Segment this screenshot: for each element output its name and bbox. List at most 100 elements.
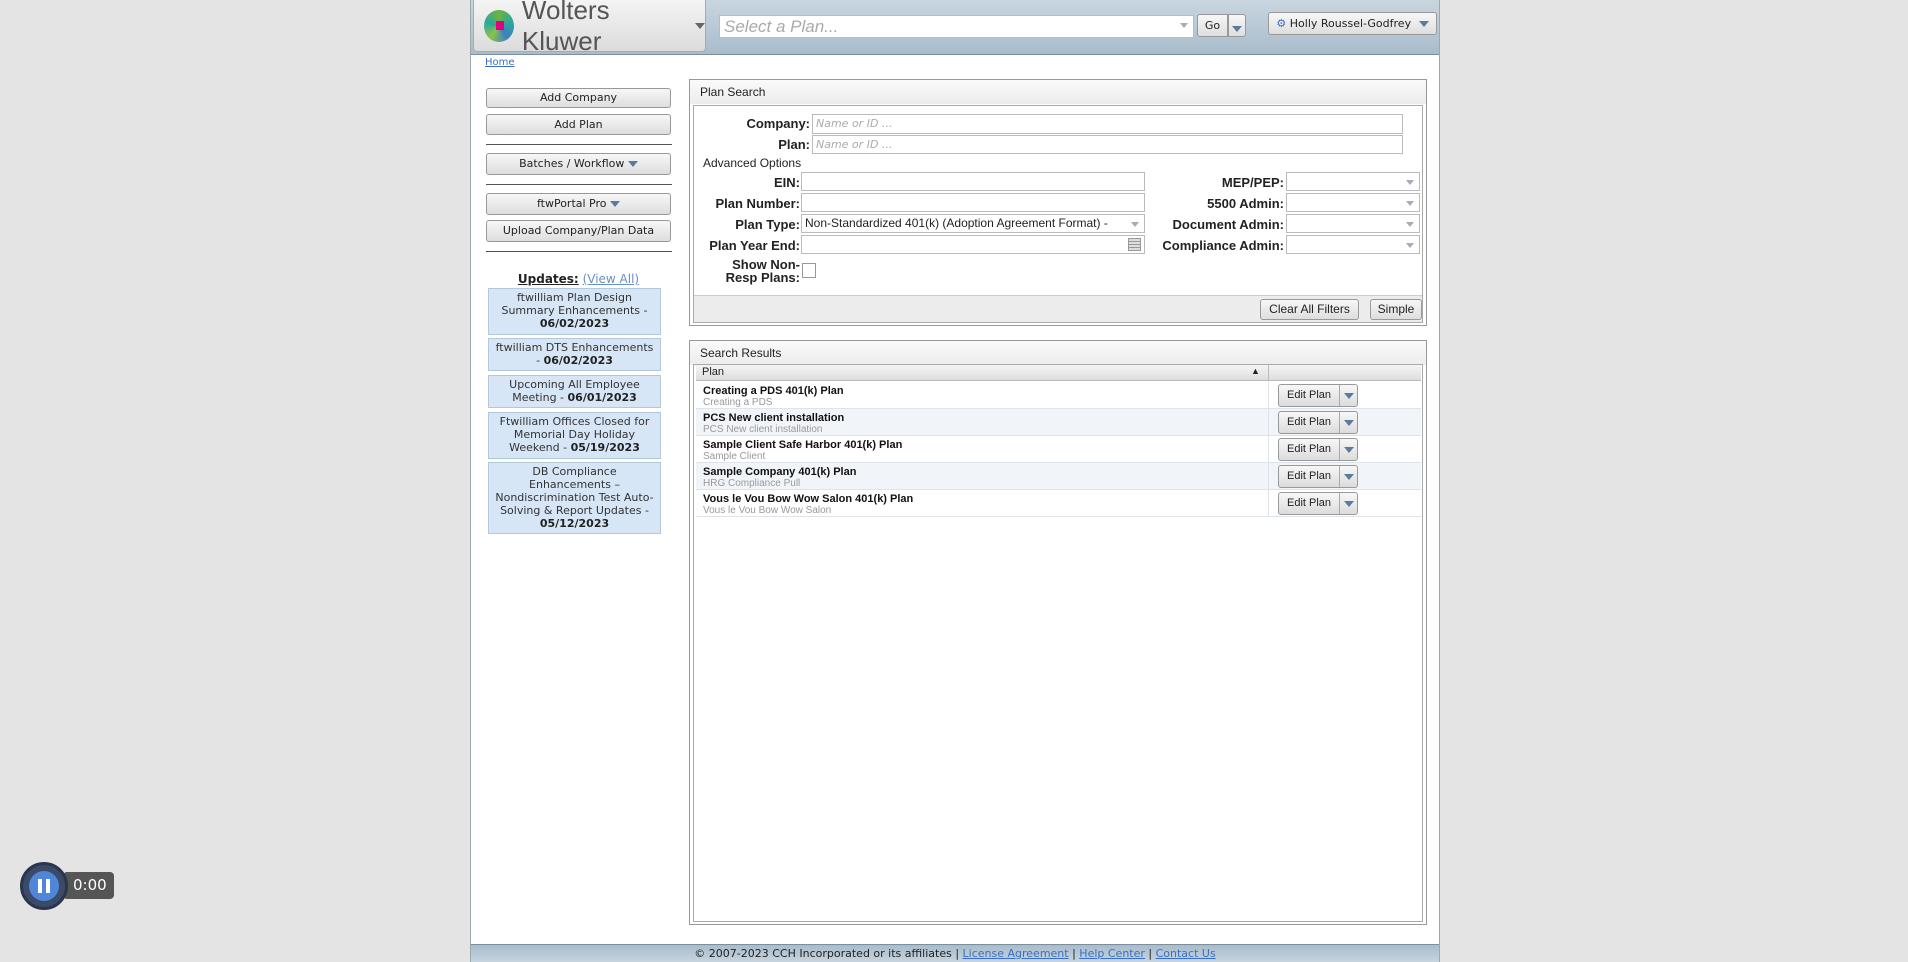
edit-plan-button[interactable]: Edit Plan [1278,465,1358,488]
batches-workflow-button[interactable]: Batches / Workflow [486,153,671,175]
update-item[interactable]: ftwilliam DTS Enhancements - 06/02/2023 [488,338,661,371]
compliance-admin-label: Compliance Admin: [1162,238,1284,253]
upload-data-button[interactable]: Upload Company/Plan Data [486,220,671,242]
plan-select[interactable]: Select a Plan... [719,15,1194,38]
pause-icon [29,871,59,901]
placeholder: Name or ID ... [816,117,893,130]
column-divider [1268,382,1269,409]
results-grid: Plan ▲ Creating a PDS 401(k) Plan Creatin… [693,364,1423,922]
plan-label: Plan: [778,137,810,152]
column-header-plan[interactable]: Plan [702,366,724,378]
button-label: Batches / Workflow [519,157,625,170]
show-non-resp-checkbox[interactable] [802,263,816,278]
company-name: PCS New client installation [703,424,823,435]
plan-input[interactable]: Name or ID ... [812,135,1403,154]
simple-button[interactable]: Simple [1370,299,1422,320]
plan-type-value: Non-Standardized 401(k) (Adoption Agreem… [805,216,1108,230]
table-row[interactable]: Sample Company 401(k) Plan HRG Compliance… [696,463,1421,490]
company-name: Vous le Vou Bow Wow Salon [703,505,832,516]
plan-title[interactable]: Sample Company 401(k) Plan [703,466,856,478]
user-menu-button[interactable]: ⚙ Holly Roussel-Godfrey [1268,12,1437,35]
chevron-down-icon[interactable] [1339,466,1357,487]
chevron-down-icon[interactable] [1339,493,1357,514]
edit-plan-label: Edit Plan [1286,443,1332,455]
ein-input[interactable] [801,172,1145,191]
license-agreement-link[interactable]: License Agreement [963,947,1069,960]
add-plan-button[interactable]: Add Plan [486,114,671,135]
mep-pep-label: MEP/PEP: [1221,175,1284,190]
update-date: 05/19/2023 [570,441,640,454]
plan-number-input[interactable] [801,193,1145,212]
divider [486,251,672,252]
advanced-options-label: Advanced Options [703,156,802,170]
plan-year-end-input[interactable] [801,235,1145,254]
user-name: Holly Roussel-Godfrey [1289,17,1412,30]
sort-ascending-icon[interactable]: ▲ [1251,366,1260,376]
placeholder: Name or ID ... [816,138,893,151]
update-item[interactable]: Upcoming All Employee Meeting - 06/01/20… [488,375,661,408]
document-admin-select[interactable] [1286,214,1420,233]
update-item[interactable]: DB Compliance Enhancements – Nondiscrimi… [488,462,661,534]
plan-title[interactable]: Vous le Vou Bow Wow Salon 401(k) Plan [703,493,913,505]
table-row[interactable]: PCS New client installation PCS New clien… [696,409,1421,436]
clear-all-filters-button[interactable]: Clear All Filters [1260,299,1359,320]
page: Wolters Kluwer Select a Plan... Go ⚙ Hol… [470,0,1440,962]
edit-plan-label: Edit Plan [1286,497,1332,509]
chevron-down-icon [627,161,638,167]
divider [486,144,672,145]
chevron-down-icon[interactable] [1339,385,1357,406]
mep-pep-select[interactable] [1286,172,1420,191]
update-item[interactable]: Ftwilliam Offices Closed for Memorial Da… [488,412,661,459]
column-divider [1268,436,1269,463]
add-company-button[interactable]: Add Company [486,88,671,108]
search-form-footer: Clear All Filters Simple [694,295,1422,322]
plan-title[interactable]: Sample Client Safe Harbor 401(k) Plan [703,439,902,451]
updates-header: Updates: (View All) [486,272,671,286]
update-date: 06/01/2023 [567,391,637,404]
table-row[interactable]: Creating a PDS 401(k) Plan Creating a PDS… [696,382,1421,409]
plan-search-panel: Plan Search Company: Name or ID ... Plan… [689,79,1427,326]
contact-us-link[interactable]: Contact Us [1156,947,1216,960]
time-text: 0:00 [73,876,107,894]
help-center-link[interactable]: Help Center [1079,947,1145,960]
edit-plan-button[interactable]: Edit Plan [1278,438,1358,461]
update-date: 06/02/2023 [543,354,613,367]
compliance-admin-select[interactable] [1286,235,1420,254]
5500-admin-select[interactable] [1286,193,1420,212]
table-row[interactable]: Sample Client Safe Harbor 401(k) Plan Sam… [696,436,1421,463]
go-button[interactable]: Go [1197,14,1228,37]
chevron-down-icon[interactable] [1339,439,1357,460]
panel-title: Search Results [690,341,1426,365]
column-divider [1268,490,1269,517]
ftwportal-pro-button[interactable]: ftwPortal Pro [486,193,671,215]
update-item[interactable]: ftwilliam Plan Design Summary Enhancemen… [488,288,661,335]
company-input[interactable]: Name or ID ... [812,114,1403,134]
divider [486,184,672,185]
column-divider [1268,365,1269,381]
panel-title: Plan Search [690,80,1426,104]
update-date: 05/12/2023 [539,517,610,530]
company-name: Sample Client [703,451,766,462]
edit-plan-button[interactable]: Edit Plan [1278,411,1358,434]
document-admin-label: Document Admin: [1172,217,1284,232]
edit-plan-button[interactable]: Edit Plan [1278,384,1358,407]
5500-admin-label: 5500 Admin: [1207,196,1284,211]
chevron-down-icon [695,22,705,29]
chevron-down-icon[interactable] [1339,412,1357,433]
pause-button[interactable] [20,862,68,910]
brand-menu[interactable]: Wolters Kluwer [473,0,706,56]
plan-title[interactable]: Creating a PDS 401(k) Plan [703,385,844,397]
company-name: HRG Compliance Pull [703,478,801,489]
plan-title[interactable]: PCS New client installation [703,412,844,424]
table-row[interactable]: Vous le Vou Bow Wow Salon 401(k) Plan Vou… [696,490,1421,517]
view-all-link[interactable]: (View All) [583,272,640,286]
update-text: DB Compliance Enhancements – Nondiscrimi… [495,465,654,517]
search-form: Company: Name or ID ... Plan: Name or ID… [693,105,1423,323]
breadcrumb-home[interactable]: Home [485,57,515,68]
chevron-down-icon [1232,26,1242,32]
copyright-text: © 2007-2023 CCH Incorporated or its affi… [694,947,952,960]
edit-plan-button[interactable]: Edit Plan [1278,492,1358,515]
plan-type-select[interactable]: Non-Standardized 401(k) (Adoption Agreem… [801,214,1145,233]
video-time: 0:00 [63,872,114,899]
go-options-button[interactable] [1228,14,1246,37]
